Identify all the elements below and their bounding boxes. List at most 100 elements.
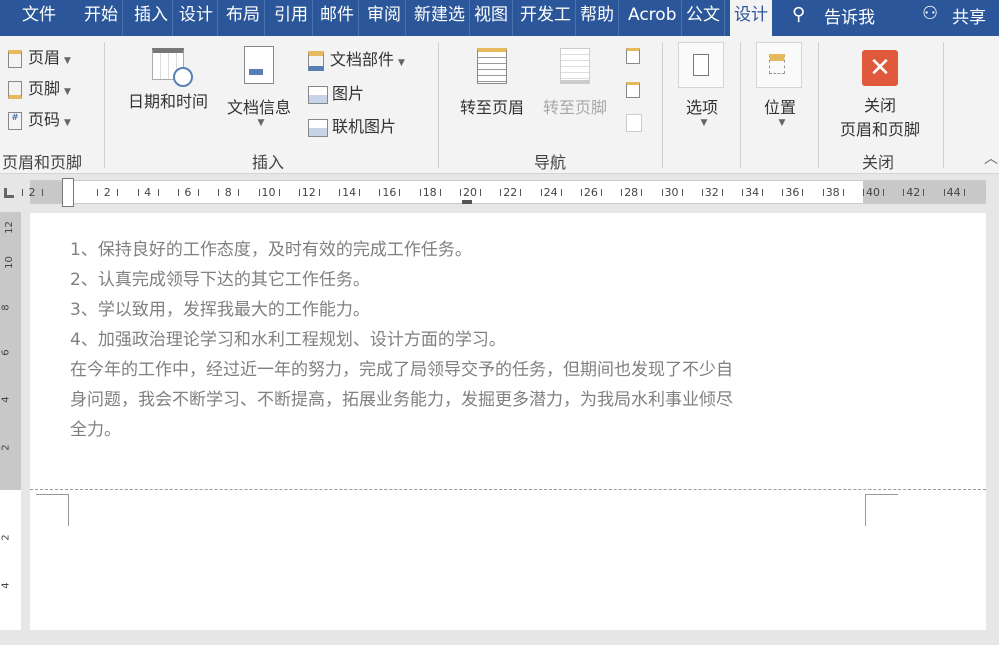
page-number-label: 页码 bbox=[28, 110, 60, 129]
document-line[interactable]: 2、认真完成领导下达的其它工作任务。 bbox=[70, 265, 370, 290]
ruler-tick bbox=[541, 189, 542, 196]
ruler-tick bbox=[379, 189, 380, 196]
ruler-label: 26 bbox=[584, 186, 598, 199]
document-line[interactable]: 3、学以致用，发挥我最大的工作能力。 bbox=[70, 295, 370, 320]
tab-0[interactable]: 文件 bbox=[18, 0, 60, 36]
ruler-label: 22 bbox=[503, 186, 517, 199]
ruler-tick bbox=[843, 189, 844, 196]
document-page[interactable]: 1、保持良好的工作态度，及时有效的完成工作任务。 2、认真完成领导下达的其它工作任… bbox=[30, 213, 986, 630]
tab-10[interactable]: 开发工 bbox=[516, 0, 576, 36]
share-button[interactable]: 共享 bbox=[952, 3, 986, 28]
ruler-tick bbox=[399, 189, 400, 196]
goto-footer-label: 转至页脚 bbox=[537, 94, 613, 118]
document-line[interactable]: 全力。 bbox=[70, 415, 121, 440]
tab-13[interactable]: 公文 bbox=[682, 0, 725, 36]
ruler-tick bbox=[782, 189, 783, 196]
date-time-button[interactable]: 日期和时间 bbox=[122, 44, 214, 112]
goto-footer-button[interactable]: 转至页脚 bbox=[537, 44, 613, 118]
previous-section-icon[interactable] bbox=[626, 48, 640, 64]
header-button[interactable]: 页眉▼ bbox=[8, 44, 71, 68]
user-icon: ⚇ bbox=[922, 3, 938, 24]
quick-parts-label: 文档部件 bbox=[330, 50, 394, 69]
options-button[interactable]: 选项▼ bbox=[678, 42, 726, 128]
vruler-label: 12 bbox=[4, 221, 15, 234]
link-to-previous-icon[interactable] bbox=[626, 114, 642, 132]
tab-selector-icon[interactable] bbox=[4, 188, 14, 198]
close-label-1: 关闭 bbox=[832, 92, 928, 116]
tab-9[interactable]: 视图 bbox=[470, 0, 513, 36]
ruler-tick bbox=[823, 189, 824, 196]
options-icon bbox=[678, 42, 724, 88]
tell-me-box[interactable]: 告诉我 bbox=[824, 3, 875, 28]
document-line[interactable]: 在今年的工作中，经过近一年的努力，完成了局领导交予的任务，但期间也发现了不少自 bbox=[70, 355, 733, 380]
vertical-ruler[interactable]: 1210864224 bbox=[0, 212, 21, 630]
page-number-button[interactable]: #页码▼ bbox=[8, 106, 71, 130]
ruler-tick bbox=[802, 189, 803, 196]
crop-mark-right bbox=[865, 494, 898, 526]
group-label-close: 关闭 bbox=[862, 149, 894, 173]
document-line[interactable]: 4、加强政治理论学习和水利工程规划、设计方面的学习。 bbox=[70, 325, 506, 350]
doc-info-icon bbox=[244, 46, 274, 84]
page-number-icon: # bbox=[8, 112, 22, 130]
ruler-tick bbox=[259, 189, 260, 196]
quick-parts-button[interactable]: 文档部件▼ bbox=[308, 46, 405, 71]
ruler-tick bbox=[22, 189, 23, 196]
center-tab-marker[interactable] bbox=[462, 200, 472, 204]
vruler-label: 2 bbox=[1, 534, 12, 540]
ruler-tick bbox=[440, 189, 441, 196]
ruler-tick bbox=[359, 189, 360, 196]
ruler-tick bbox=[883, 189, 884, 196]
quick-parts-icon bbox=[308, 51, 324, 71]
tab-12[interactable]: Acrob bbox=[624, 0, 682, 36]
vruler-label: 4 bbox=[1, 396, 12, 402]
ruler-label: 8 bbox=[225, 186, 232, 199]
close-icon: ✕ bbox=[862, 50, 898, 86]
close-header-footer-button[interactable]: ✕ 关闭 页眉和页脚 bbox=[832, 50, 928, 140]
collapse-ribbon-icon[interactable]: ︿ bbox=[984, 148, 998, 168]
tab-8[interactable]: 新建选 bbox=[410, 0, 470, 36]
ruler-tick bbox=[903, 189, 904, 196]
close-label-2: 页眉和页脚 bbox=[832, 116, 928, 140]
indent-marker[interactable] bbox=[62, 178, 74, 207]
pictures-label: 图片 bbox=[332, 84, 364, 103]
online-pictures-label: 联机图片 bbox=[332, 117, 396, 136]
tab-6[interactable]: 邮件 bbox=[316, 0, 359, 36]
ruler-tick bbox=[117, 189, 118, 196]
ruler-tick bbox=[339, 189, 340, 196]
ruler-label: 20 bbox=[463, 186, 477, 199]
document-line[interactable]: 身问题，我会不断学习、不断提高，拓展业务能力，发掘更多潜力，为我局水利事业倾尽 bbox=[70, 385, 733, 410]
tab-2[interactable]: 插入 bbox=[130, 0, 173, 36]
online-pictures-button[interactable]: 联机图片 bbox=[308, 113, 396, 137]
ruler-label: 24 bbox=[544, 186, 558, 199]
pictures-button[interactable]: 图片 bbox=[308, 80, 364, 104]
ruler-tick bbox=[158, 189, 159, 196]
calendar-icon bbox=[152, 48, 184, 80]
tab-5[interactable]: 引用 bbox=[270, 0, 313, 36]
vruler-label: 6 bbox=[1, 349, 12, 355]
ruler-tick bbox=[319, 189, 320, 196]
ruler-label: 34 bbox=[745, 186, 759, 199]
tab-14[interactable]: 设计 bbox=[730, 0, 772, 36]
options-label: 选项 bbox=[678, 94, 726, 118]
ruler-tick bbox=[97, 189, 98, 196]
tab-11[interactable]: 帮助 bbox=[576, 0, 619, 36]
ruler-label: 12 bbox=[302, 186, 316, 199]
document-line[interactable]: 1、保持良好的工作态度，及时有效的完成工作任务。 bbox=[70, 235, 472, 260]
footer-button[interactable]: 页脚▼ bbox=[8, 75, 71, 99]
tab-1[interactable]: 开始 bbox=[80, 0, 123, 36]
crop-mark-left bbox=[36, 494, 69, 526]
horizontal-ruler[interactable]: 2246810121416182022242628303234363840424… bbox=[30, 180, 986, 204]
tab-7[interactable]: 审阅 bbox=[363, 0, 406, 36]
position-button[interactable]: 位置▼ bbox=[756, 42, 804, 128]
tab-3[interactable]: 设计 bbox=[175, 0, 218, 36]
ribbon-tabs: 文件开始插入设计布局引用邮件审阅新建选视图开发工帮助Acrob公文设计⚲告诉我⚇… bbox=[0, 0, 999, 36]
ruler-tick bbox=[238, 189, 239, 196]
doc-info-button[interactable]: 文档信息▼ bbox=[220, 44, 298, 128]
vruler-label: 2 bbox=[1, 444, 12, 450]
ruler-label: 2 bbox=[104, 186, 111, 199]
tab-4[interactable]: 布局 bbox=[222, 0, 265, 36]
goto-footer-icon bbox=[560, 48, 590, 84]
next-section-icon[interactable] bbox=[626, 82, 640, 98]
ruler-tick bbox=[420, 189, 421, 196]
goto-header-button[interactable]: 转至页眉 bbox=[454, 44, 530, 118]
